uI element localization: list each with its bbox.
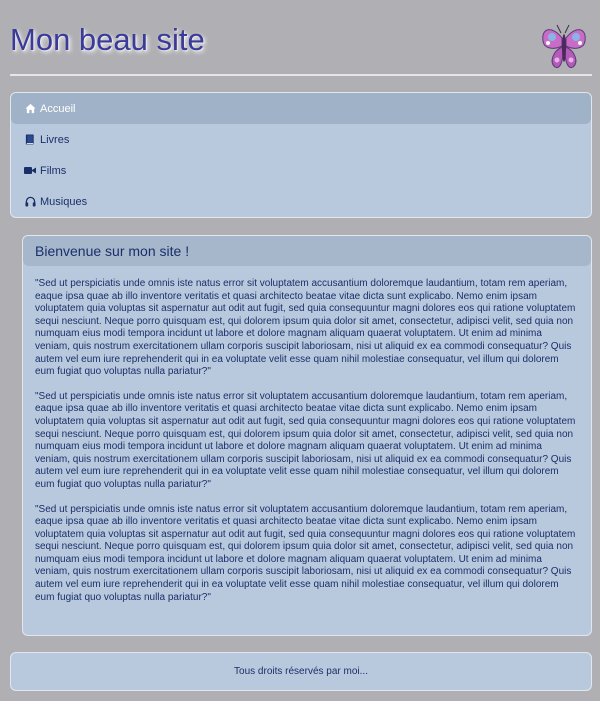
- paragraph: "Sed ut perspiciatis unde omnis iste nat…: [35, 278, 576, 378]
- nav-item-label: Musiques: [40, 195, 88, 208]
- nav-item-musiques[interactable]: Musiques: [11, 186, 591, 217]
- paragraph: "Sed ut perspiciatis unde omnis iste nat…: [35, 390, 576, 490]
- main-nav: Accueil Livres Films Musiques: [10, 92, 592, 218]
- nav-item-label: Accueil: [40, 102, 76, 115]
- paragraph: "Sed ut perspiciatis unde omnis iste nat…: [35, 503, 576, 603]
- header-divider: [10, 74, 592, 76]
- headphones-icon: [24, 196, 36, 208]
- nav-item-livres[interactable]: Livres: [11, 124, 591, 155]
- butterfly-icon: [542, 24, 586, 69]
- nav-item-accueil[interactable]: Accueil: [11, 93, 591, 124]
- content-body: "Sed ut perspiciatis unde omnis iste nat…: [23, 266, 591, 604]
- nav-item-films[interactable]: Films: [11, 155, 591, 186]
- home-icon: [24, 103, 36, 115]
- content-header: Bienvenue sur mon site !: [23, 236, 591, 266]
- nav-item-label: Films: [40, 164, 67, 177]
- page-title: Bienvenue sur mon site !: [35, 243, 190, 259]
- footer-text: Tous droits réservés par moi...: [234, 666, 368, 677]
- site-footer: Tous droits réservés par moi...: [10, 652, 592, 691]
- book-icon: [24, 134, 36, 146]
- nav-item-label: Livres: [40, 133, 70, 146]
- video-camera-icon: [24, 165, 36, 177]
- site-title: Mon beau site: [10, 22, 205, 57]
- site-header: Mon beau site: [10, 0, 592, 76]
- main-content: Bienvenue sur mon site ! "Sed ut perspic…: [22, 235, 592, 636]
- page: Mon beau site Accueil Livres Films Musiq…: [0, 0, 600, 701]
